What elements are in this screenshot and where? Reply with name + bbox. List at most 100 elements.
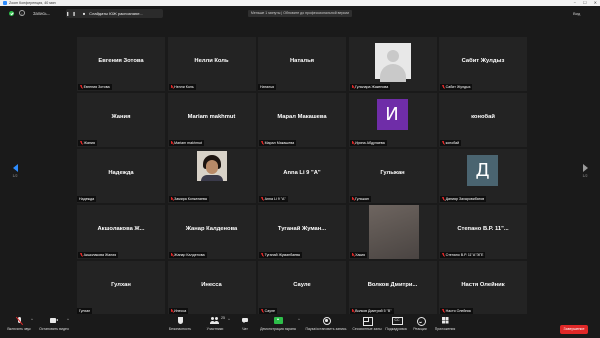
participant-tile[interactable]: Волков Дмитри... Волков Дмитрий 5 "В" bbox=[348, 261, 437, 315]
captions-button[interactable]: Подкадровка bbox=[385, 316, 407, 336]
participant-tile[interactable]: Наталья Наталья bbox=[258, 37, 346, 91]
avatar: И bbox=[376, 99, 408, 130]
participant-tile[interactable]: Настя Олейник Настя Олейник bbox=[439, 261, 527, 315]
arrow-right-icon bbox=[582, 164, 588, 172]
next-page-button[interactable]: 1/2 bbox=[580, 164, 590, 186]
participant-tile[interactable]: Инесса Инесса bbox=[167, 261, 256, 315]
participant-label-text: Anna Li 9 "A" bbox=[264, 197, 286, 201]
arrow-left-icon bbox=[12, 164, 18, 172]
participant-tile[interactable]: Замира Конкатаева bbox=[167, 149, 256, 203]
recording-controls[interactable]: ❚❚ ■ bbox=[66, 9, 88, 18]
participant-tile[interactable]: Anna Li 9 "A" Anna Li 9 "A" bbox=[258, 149, 346, 203]
video-feed bbox=[368, 205, 419, 259]
breakout-rooms-label: Сессионные залы bbox=[352, 327, 382, 331]
participant-label-text: Настя Олейник bbox=[445, 309, 471, 313]
participant-tile[interactable]: Mariam makhmut Mariam makhmut bbox=[167, 93, 256, 147]
participant-tile[interactable]: Д Данияр Захаровибатов bbox=[439, 149, 527, 203]
participant-display-name: Степано В.Р. 11"... bbox=[457, 226, 509, 232]
participant-name-label: Евгения Зотова bbox=[78, 84, 112, 90]
encryption-shield-icon[interactable] bbox=[9, 11, 14, 16]
participant-tile[interactable]: Хакия bbox=[348, 205, 437, 259]
participant-tile[interactable]: Сабит Жулдыз Сабит Жулдыз bbox=[439, 37, 527, 91]
end-meeting-button[interactable]: Завершение bbox=[560, 325, 588, 334]
reactions-button[interactable]: Реакции bbox=[410, 316, 430, 336]
participant-tile[interactable]: Гулхан Гулхан bbox=[77, 261, 165, 315]
participant-label-text: Гульнара Жакенова bbox=[355, 85, 389, 89]
record-button[interactable]: Пауза/остановить запись bbox=[303, 316, 349, 336]
participant-label-text: Марал Макашева bbox=[264, 141, 295, 145]
participant-name-label: Mariam makhmut bbox=[168, 140, 204, 146]
reactions-label: Реакции bbox=[413, 327, 427, 331]
participant-tile[interactable]: Жания Жания bbox=[77, 93, 165, 147]
apps-icon bbox=[441, 316, 449, 326]
participant-tile[interactable]: Марал Макашева Марал Макашева bbox=[258, 93, 346, 147]
security-button[interactable]: Безопасность bbox=[166, 316, 194, 336]
participant-display-name: конобай bbox=[471, 114, 495, 120]
mic-muted-icon bbox=[171, 253, 174, 256]
apps-label: Приложения bbox=[434, 327, 456, 331]
meeting-info-icon[interactable]: i bbox=[19, 10, 25, 16]
participant-display-name: Инесса bbox=[201, 282, 222, 288]
security-label: Безопасность bbox=[168, 327, 192, 331]
participant-label-text: Туганай Жуманбаева bbox=[264, 253, 300, 257]
mic-muted-icon bbox=[171, 85, 174, 88]
participant-name-label: Гульнара Жакенова bbox=[349, 84, 391, 90]
prev-page-button[interactable]: 1/2 bbox=[10, 164, 20, 186]
participant-display-name: Сауле bbox=[293, 282, 311, 288]
participant-display-name: Гульжан bbox=[380, 170, 405, 176]
audio-options-caret-icon[interactable]: ^ bbox=[31, 317, 33, 322]
share-status-bar: ❚❚ ■ Слайдаты ЮЖ распознают... bbox=[66, 9, 163, 18]
recording-indicator: Запись... bbox=[33, 11, 51, 16]
participant-tile[interactable]: Нелли Коль Нелли Коль bbox=[167, 37, 256, 91]
participant-tile[interactable]: Сауле Сауле bbox=[258, 261, 346, 315]
time-limit-notice[interactable]: Меньше 1 минуты | Обновите до профессион… bbox=[248, 10, 352, 17]
participant-tile[interactable]: Гульнара Жакенова bbox=[348, 37, 437, 91]
captions-label: Подкадровка bbox=[385, 327, 407, 331]
participant-name-label: Марал Макашева bbox=[259, 140, 297, 146]
participant-display-name: Нелли Коль bbox=[194, 58, 229, 64]
participants-count: 25 bbox=[221, 316, 225, 320]
participant-tile[interactable]: Гульжан Гульжан bbox=[348, 149, 437, 203]
participant-display-name: Гулхан bbox=[111, 282, 131, 288]
participant-name-label: Замира Конкатаева bbox=[168, 196, 209, 202]
share-options-caret-icon[interactable]: ^ bbox=[298, 317, 300, 322]
shield-icon bbox=[177, 316, 184, 326]
meeting-toolbar: Включить звук ^ Остановить видео ^ Безоп… bbox=[0, 314, 600, 338]
participant-label-text: Нелли Коль bbox=[174, 85, 194, 89]
participant-tile[interactable]: Туганай Жуман... Туганай Жуманбаева bbox=[258, 205, 346, 259]
participant-tile[interactable]: конобай конобай bbox=[439, 93, 527, 147]
participant-tile[interactable]: И Ирина Абдулаева bbox=[348, 93, 437, 147]
participants-caret-icon[interactable]: ^ bbox=[228, 317, 230, 322]
participant-label-text: Надежда bbox=[79, 197, 95, 201]
unmute-button[interactable]: Включить звук bbox=[6, 316, 32, 336]
participant-tile[interactable]: Акшолакова Ж... Акшолакова Жания bbox=[77, 205, 165, 259]
mic-muted-icon bbox=[261, 253, 264, 256]
participant-display-name: Акшолакова Ж... bbox=[97, 226, 145, 232]
participant-display-name: Надежда bbox=[108, 170, 134, 176]
video-options-caret-icon[interactable]: ^ bbox=[67, 317, 69, 322]
apps-button[interactable]: Приложения bbox=[432, 316, 458, 336]
captions-icon bbox=[391, 316, 403, 326]
mic-muted-icon bbox=[352, 141, 355, 144]
participant-tile[interactable]: Степано В.Р. 11"... Степано В.Р. 11"А"ЭГЕ bbox=[439, 205, 527, 259]
participant-tile[interactable]: Надежда Надежда bbox=[77, 149, 165, 203]
mic-muted-icon bbox=[352, 197, 355, 200]
participants-label: Участники bbox=[206, 327, 224, 331]
chat-button[interactable]: Чат bbox=[237, 316, 253, 336]
breakout-rooms-button[interactable]: Сессионные залы bbox=[350, 316, 384, 336]
participant-display-name: Волков Дмитри... bbox=[367, 282, 418, 288]
participant-label-text: Евгения Зотова bbox=[83, 85, 110, 89]
participant-tile[interactable]: Евгения Зотова Евгения Зотова bbox=[77, 37, 165, 91]
participant-name-label: Ирина Абдулаева bbox=[349, 140, 387, 146]
participant-label-text: Сауле bbox=[264, 309, 276, 313]
participant-tile[interactable]: Жанар Калденова Жанар Калденова bbox=[167, 205, 256, 259]
view-menu-button[interactable]: Вид bbox=[573, 10, 580, 17]
participant-name-label: Данияр Захаровибатов bbox=[440, 196, 487, 202]
participant-label-text: Степано В.Р. 11"А"ЭГЕ bbox=[445, 253, 484, 257]
participant-label-text: Наталья bbox=[260, 85, 275, 89]
participants-button[interactable]: 25 Участники bbox=[200, 316, 230, 336]
mic-muted-icon bbox=[442, 309, 445, 312]
share-screen-button[interactable]: Демонстрация экрана bbox=[256, 316, 300, 336]
stop-video-button[interactable]: Остановить видео bbox=[37, 316, 71, 336]
participant-display-name: Anna Li 9 "A" bbox=[283, 170, 321, 176]
